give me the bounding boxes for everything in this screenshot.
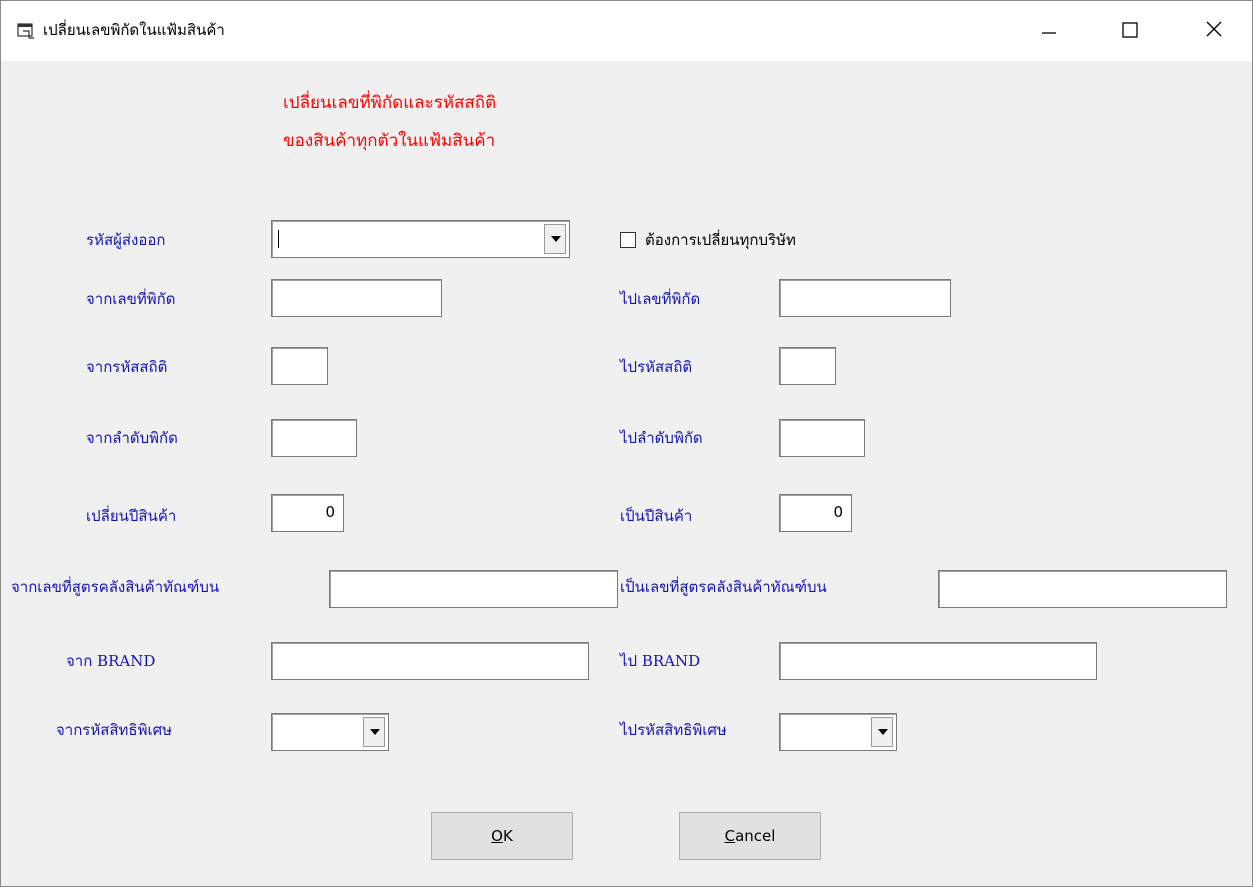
ok-accelerator: O xyxy=(491,827,503,845)
from-tariff-no-label: จากเลขที่พิกัด xyxy=(86,290,176,308)
from-brand-label: จาก BRAND xyxy=(66,652,156,670)
from-tariff-seq-input[interactable] xyxy=(271,419,357,457)
from-bonded-formula-label: จากเลขที่สูตรคลังสินค้าทัณฑ์บน xyxy=(11,578,220,596)
minimize-button[interactable] xyxy=(1016,1,1078,61)
to-tariff-no-label: ไปเลขที่พิกัด xyxy=(620,290,701,308)
from-privilege-code-label: จากรหัสสิทธิพิเศษ xyxy=(56,721,173,739)
change-product-year-label: เปลี่ยนปีสินค้า xyxy=(86,507,177,525)
to-bonded-formula-label: เป็นเลขที่สูตรคลังสินค้าทัณฑ์บน xyxy=(620,578,827,596)
to-privilege-code-label: ไปรหัสสิทธิพิเศษ xyxy=(620,721,727,739)
chevron-down-icon xyxy=(878,729,888,735)
change-product-year-input[interactable]: 0 xyxy=(271,494,344,532)
from-tariff-no-input[interactable] xyxy=(271,279,442,317)
maximize-button[interactable] xyxy=(1092,1,1154,61)
from-privilege-dropdown-button[interactable] xyxy=(363,717,385,747)
to-brand-label: ไป BRAND xyxy=(620,652,701,670)
cancel-accelerator: C xyxy=(724,827,736,845)
cancel-button[interactable]: Cancel xyxy=(679,812,821,860)
chevron-down-icon xyxy=(370,729,380,735)
title-bar[interactable]: เปลี่ยนเลขพิกัดในแฟ้มสินค้า xyxy=(1,1,1252,61)
from-stat-code-input[interactable] xyxy=(271,347,328,385)
close-icon xyxy=(1206,21,1222,37)
to-stat-code-input[interactable] xyxy=(779,347,836,385)
exporter-code-dropdown-button[interactable] xyxy=(544,224,566,254)
to-brand-input[interactable] xyxy=(779,642,1097,680)
maximize-icon xyxy=(1122,22,1138,38)
minimize-icon xyxy=(1042,32,1056,34)
to-tariff-seq-label: ไปลำดับพิกัด xyxy=(620,429,703,447)
to-bonded-formula-input[interactable] xyxy=(938,570,1227,608)
to-tariff-seq-input[interactable] xyxy=(779,419,865,457)
window-title: เปลี่ยนเลขพิกัดในแฟ้มสินค้า xyxy=(43,21,225,39)
dialog-window: เปลี่ยนเลขพิกัดในแฟ้มสินค้า เปลี่ยนเลขที… xyxy=(0,0,1253,887)
to-stat-code-label: ไปรหัสสถิติ xyxy=(620,358,693,376)
close-button[interactable] xyxy=(1173,1,1235,61)
heading-line-1: เปลี่ยนเลขที่พิกัดและรหัสสถิติ xyxy=(283,93,497,113)
to-privilege-code-combo[interactable] xyxy=(779,713,897,751)
from-privilege-code-combo[interactable] xyxy=(271,713,389,751)
to-privilege-dropdown-button[interactable] xyxy=(871,717,893,747)
from-brand-input[interactable] xyxy=(271,642,589,680)
from-tariff-seq-label: จากลำดับพิกัด xyxy=(86,429,178,447)
from-bonded-formula-input[interactable] xyxy=(329,570,618,608)
heading-line-2: ของสินค้าทุกตัวในแฟ้มสินค้า xyxy=(283,131,496,151)
to-tariff-no-input[interactable] xyxy=(779,279,951,317)
text-caret xyxy=(278,230,279,248)
exporter-code-combo[interactable] xyxy=(271,220,570,258)
from-stat-code-label: จากรหัสสถิติ xyxy=(86,358,168,376)
exporter-code-label: รหัสผู้ส่งออก xyxy=(86,231,166,249)
cancel-label: ancel xyxy=(735,827,776,845)
window-app-icon xyxy=(17,23,34,39)
chevron-down-icon xyxy=(551,236,561,242)
to-product-year-input[interactable]: 0 xyxy=(779,494,852,532)
ok-button[interactable]: OK xyxy=(431,812,573,860)
all-companies-checkbox[interactable] xyxy=(620,232,636,248)
ok-label: K xyxy=(502,827,513,845)
to-product-year-label: เป็นปีสินค้า xyxy=(620,507,693,525)
all-companies-label: ต้องการเปลี่ยนทุกบริษัท xyxy=(645,231,796,249)
